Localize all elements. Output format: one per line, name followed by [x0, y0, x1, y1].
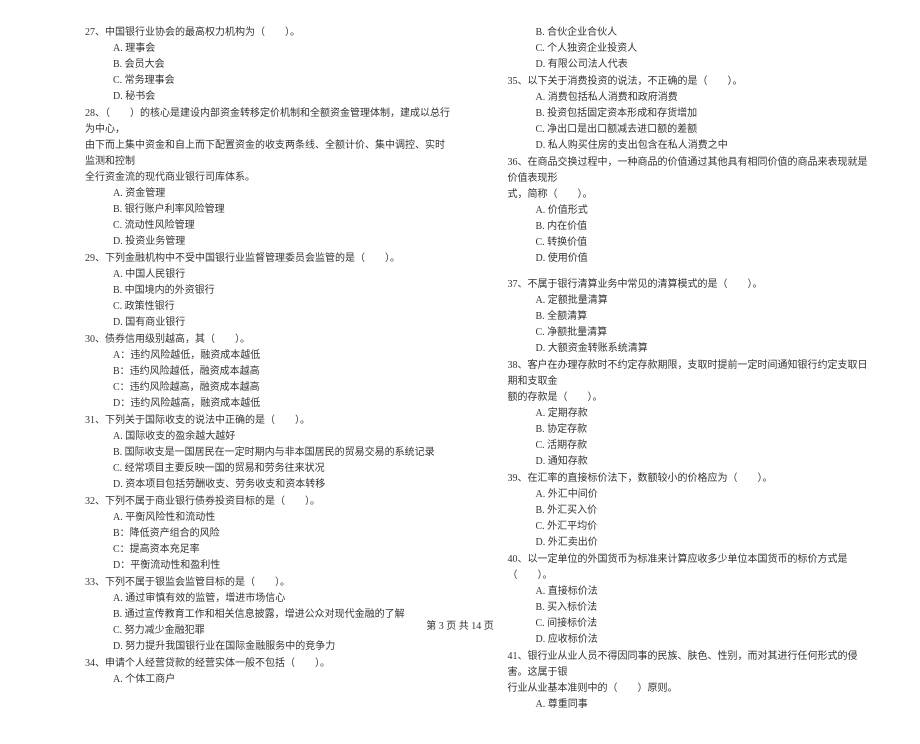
question-stem: 32、下列不属于商业银行债券投资目标的是（ ）。: [85, 494, 453, 510]
option-b: B. 全额清算: [508, 309, 876, 325]
option-a: A：违约风险越低，融资成本越低: [85, 348, 453, 364]
option-a: A. 尊重同事: [508, 697, 876, 713]
option-b: B. 投资包括固定资本形成和存货增加: [508, 106, 876, 122]
question-stem: 31、下列关于国际收支的说法中正确的是（ ）。: [85, 413, 453, 429]
question-stem: 40、以一定单位的外国货币为标准来计算应收多少单位本国货币的标价方式是（ ）。: [508, 552, 876, 584]
option-c: C：提高资本充足率: [85, 542, 453, 558]
option-c: C：违约风险越高，融资成本越高: [85, 380, 453, 396]
left-column: 27、中国银行业协会的最高权力机构为（ ）。 A. 理事会 B. 会员大会 C.…: [85, 25, 453, 714]
option-b: B. 银行账户利率风险管理: [85, 202, 453, 218]
option-a: A. 外汇中间价: [508, 487, 876, 503]
option-d: D：平衡流动性和盈利性: [85, 558, 453, 574]
question-stem: 39、在汇率的直接标价法下，数额较小的价格应为（ ）。: [508, 471, 876, 487]
option-c: C. 净额批量清算: [508, 325, 876, 341]
option-d: D. 努力提升我国银行业在国际金融服务中的竞争力: [85, 639, 453, 655]
question-36: 36、在商品交换过程中，一种商品的价值通过其他具有相同价值的商品来表现就是价值表…: [508, 155, 876, 267]
option-a: A. 直接标价法: [508, 584, 876, 600]
option-b: B. 会员大会: [85, 57, 453, 73]
option-c: C. 政策性银行: [85, 299, 453, 315]
question-stem: 41、银行业从业人员不得因同事的民族、肤色、性别，而对其进行任何形式的侵害。这属…: [508, 649, 876, 681]
option-b: B. 外汇买入价: [508, 503, 876, 519]
option-a: A. 资金管理: [85, 186, 453, 202]
question-27: 27、中国银行业协会的最高权力机构为（ ）。 A. 理事会 B. 会员大会 C.…: [85, 25, 453, 105]
option-c: C. 流动性风险管理: [85, 218, 453, 234]
option-b: B. 内在价值: [508, 219, 876, 235]
question-34: 34、申请个人经营贷款的经营实体一般不包括（ ）。 A. 个体工商户: [85, 656, 453, 688]
question-cont: 全行资金流的现代商业银行司库体系。: [85, 170, 453, 186]
option-a: A. 消费包括私人消费和政府消费: [508, 90, 876, 106]
question-28: 28、（ ）的核心是建设内部资金转移定价机制和全额资金管理体制，建成以总行为中心…: [85, 106, 453, 250]
option-d: D. 资本项目包括劳酬收支、劳务收支和资本转移: [85, 477, 453, 493]
option-d: D. 秘书会: [85, 89, 453, 105]
option-a: A. 个体工商户: [85, 672, 453, 688]
question-stem: 28、（ ）的核心是建设内部资金转移定价机制和全额资金管理体制，建成以总行为中心…: [85, 106, 453, 138]
option-b: B：降低资产组合的风险: [85, 526, 453, 542]
option-a: A. 定期存款: [508, 406, 876, 422]
question-stem: 27、中国银行业协会的最高权力机构为（ ）。: [85, 25, 453, 41]
question-stem: 33、下列不属于银监会监管目标的是（ ）。: [85, 575, 453, 591]
question-29: 29、下列金融机构中不受中国银行业监督管理委员会监管的是（ ）。 A. 中国人民…: [85, 251, 453, 331]
option-d: D. 私人购买住房的支出包含在私人消费之中: [508, 138, 876, 154]
option-a: A. 价值形式: [508, 203, 876, 219]
option-d: D. 有限公司法人代表: [508, 57, 876, 73]
option-b: B. 买入标价法: [508, 600, 876, 616]
page-footer: 第 3 页 共 14 页: [0, 619, 920, 635]
question-stem: 37、不属于银行清算业务中常见的清算模式的是（ ）。: [508, 277, 876, 293]
option-a: A. 国际收支的盈余越大越好: [85, 429, 453, 445]
question-32: 32、下列不属于商业银行债券投资目标的是（ ）。 A. 平衡风险性和流动性 B：…: [85, 494, 453, 574]
option-a: A. 通过审慎有效的监管，增进市场信心: [85, 591, 453, 607]
question-cont: 额的存款是（ ）。: [508, 390, 876, 406]
option-b: B. 合伙企业合伙人: [508, 25, 876, 41]
question-38: 38、客户在办理存款时不约定存款期限，支取时提前一定时间通知银行约定支取日期和支…: [508, 358, 876, 470]
option-c: C. 转换价值: [508, 235, 876, 251]
option-b: B：违约风险越低，融资成本越高: [85, 364, 453, 380]
option-d: D. 投资业务管理: [85, 234, 453, 250]
question-39: 39、在汇率的直接标价法下，数额较小的价格应为（ ）。 A. 外汇中间价 B. …: [508, 471, 876, 551]
option-c: C. 净出口是出口额减去进口额的差额: [508, 122, 876, 138]
option-b: B. 国际收支是一国居民在一定时期内与非本国居民的贸易交易的系统记录: [85, 445, 453, 461]
question-41: 41、银行业从业人员不得因同事的民族、肤色、性别，而对其进行任何形式的侵害。这属…: [508, 649, 876, 713]
question-cont: 由下而上集中资金和自上而下配置资金的收支两条线、全额计价、集中调控、实时监测和控…: [85, 138, 453, 170]
right-column: B. 合伙企业合伙人 C. 个人独资企业投资人 D. 有限公司法人代表 35、以…: [508, 25, 876, 714]
question-stem: 38、客户在办理存款时不约定存款期限，支取时提前一定时间通知银行约定支取日期和支…: [508, 358, 876, 390]
option-a: A. 理事会: [85, 41, 453, 57]
question-35: 35、以下关于消费投资的说法，不正确的是（ ）。 A. 消费包括私人消费和政府消…: [508, 74, 876, 154]
question-37: 37、不属于银行清算业务中常见的清算模式的是（ ）。 A. 定额批量清算 B. …: [508, 277, 876, 357]
option-a: A. 中国人民银行: [85, 267, 453, 283]
option-d: D：违约风险越高，融资成本越低: [85, 396, 453, 412]
option-d: D. 通知存款: [508, 454, 876, 470]
question-34-cont: B. 合伙企业合伙人 C. 个人独资企业投资人 D. 有限公司法人代表: [508, 25, 876, 73]
option-c: C. 经常项目主要反映一国的贸易和劳务往来状况: [85, 461, 453, 477]
option-c: C. 外汇平均价: [508, 519, 876, 535]
question-stem: 35、以下关于消费投资的说法，不正确的是（ ）。: [508, 74, 876, 90]
question-cont: 式，简称（ ）。: [508, 187, 876, 203]
option-d: D. 外汇卖出价: [508, 535, 876, 551]
option-a: A. 定额批量清算: [508, 293, 876, 309]
option-d: D. 大额资金转账系统清算: [508, 341, 876, 357]
question-31: 31、下列关于国际收支的说法中正确的是（ ）。 A. 国际收支的盈余越大越好 B…: [85, 413, 453, 493]
option-d: D. 国有商业银行: [85, 315, 453, 331]
option-d: D. 使用价值: [508, 251, 876, 267]
option-a: A. 平衡风险性和流动性: [85, 510, 453, 526]
question-33: 33、下列不属于银监会监管目标的是（ ）。 A. 通过审慎有效的监管，增进市场信…: [85, 575, 453, 655]
question-stem: 36、在商品交换过程中，一种商品的价值通过其他具有相同价值的商品来表现就是价值表…: [508, 155, 876, 187]
option-c: C. 个人独资企业投资人: [508, 41, 876, 57]
option-b: B. 中国境内的外资银行: [85, 283, 453, 299]
option-c: C. 活期存款: [508, 438, 876, 454]
question-stem: 34、申请个人经营贷款的经营实体一般不包括（ ）。: [85, 656, 453, 672]
question-30: 30、债券信用级别越高，其（ ）。 A：违约风险越低，融资成本越低 B：违约风险…: [85, 332, 453, 412]
option-c: C. 常务理事会: [85, 73, 453, 89]
option-b: B. 协定存款: [508, 422, 876, 438]
question-stem: 30、债券信用级别越高，其（ ）。: [85, 332, 453, 348]
question-stem: 29、下列金融机构中不受中国银行业监督管理委员会监管的是（ ）。: [85, 251, 453, 267]
question-cont: 行业从业基本准则中的（ ）原则。: [508, 681, 876, 697]
